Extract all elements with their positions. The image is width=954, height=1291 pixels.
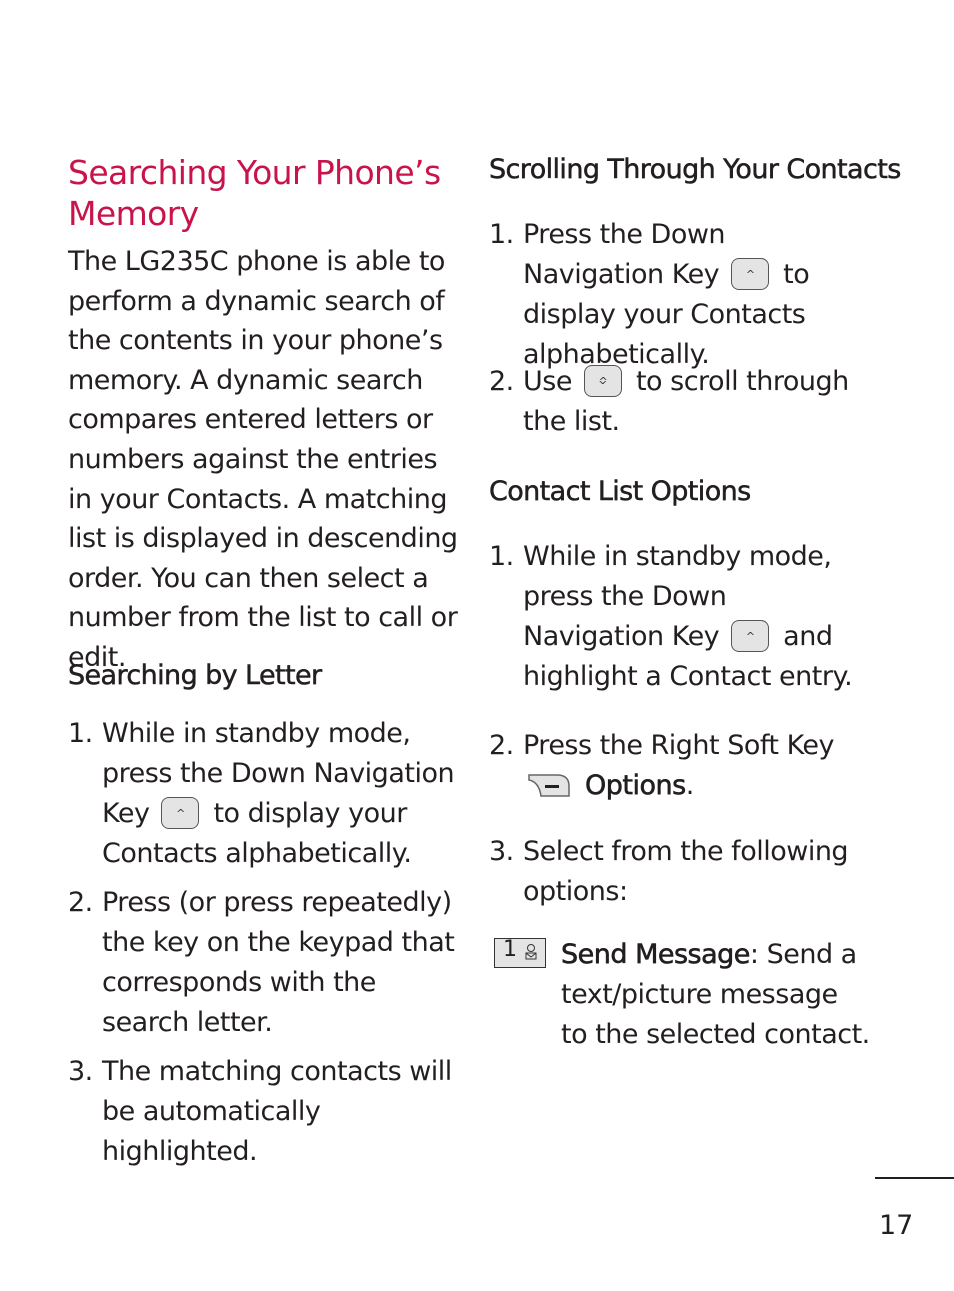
envelope-at-glyph: [525, 944, 537, 960]
options-step-1: 1. While in standby mode, press the Down…: [489, 537, 864, 697]
step-text: Press the Down Navigation Key: [523, 219, 726, 290]
down-navigation-key-icon: ^: [731, 257, 770, 290]
option-item-send-message: Send Message: Send a text/picture messag…: [561, 935, 871, 1055]
options-label: Options: [585, 770, 687, 802]
subhead-scrolling: Scrolling Through Your Contacts: [489, 154, 902, 186]
intro-paragraph: The LG235C phone is able to perform a dy…: [68, 246, 458, 673]
step-number: 3.: [68, 1056, 93, 1087]
up-down-navigation-key-icon: ^ ^: [583, 364, 622, 397]
step-text: Select from the following options:: [523, 836, 849, 907]
step-text: Use: [523, 366, 572, 397]
letter-step-3: 3. The matching contacts will be automat…: [68, 1052, 463, 1172]
section-title-line2: Memory: [68, 194, 199, 233]
step-text: Press the Right Soft Key: [523, 730, 835, 761]
scroll-step-1: 1. Press the Down Navigation Key ^ to disp…: [489, 215, 859, 375]
scroll-step-2: 2. Use ^ ^ to scroll through the list.: [489, 362, 859, 442]
step-number: 2.: [489, 366, 514, 397]
step-text: The matching contacts will be automatica…: [102, 1056, 452, 1167]
step-number: 1.: [68, 718, 93, 749]
step-text: Press (or press repeatedly) the key on t…: [102, 887, 455, 1038]
options-step-2: 2. Press the Right Soft Key Options.: [489, 726, 864, 806]
step-number: 3.: [489, 836, 514, 867]
page-number: 17: [879, 1210, 914, 1241]
options-step-3: 3. Select from the following options:: [489, 832, 864, 912]
letter-step-1: 1. While in standby mode, press the Down…: [68, 714, 463, 874]
letter-step-2: 2. Press (or press repeatedly) the key o…: [68, 883, 463, 1043]
message-key-icon: 1: [494, 937, 546, 968]
step-number: 2.: [489, 730, 514, 761]
down-navigation-key-icon: ^: [161, 796, 200, 829]
right-soft-key-icon: [528, 773, 570, 797]
down-navigation-key-icon: ^: [731, 619, 770, 652]
step-text: .: [685, 770, 695, 801]
section-title: Searching Your Phone’s Memory: [68, 152, 441, 234]
subhead-searching-by-letter: Searching by Letter: [68, 660, 323, 692]
option-label: Send Message: [561, 939, 751, 971]
step-number: 1.: [489, 219, 514, 250]
step-number: 1.: [489, 541, 514, 572]
section-title-line1: Searching Your Phone’s: [68, 153, 441, 192]
subhead-contact-list-options: Contact List Options: [489, 476, 752, 508]
page-rule: [875, 1177, 954, 1179]
key-digit: 1: [503, 937, 517, 962]
step-number: 2.: [68, 887, 93, 918]
